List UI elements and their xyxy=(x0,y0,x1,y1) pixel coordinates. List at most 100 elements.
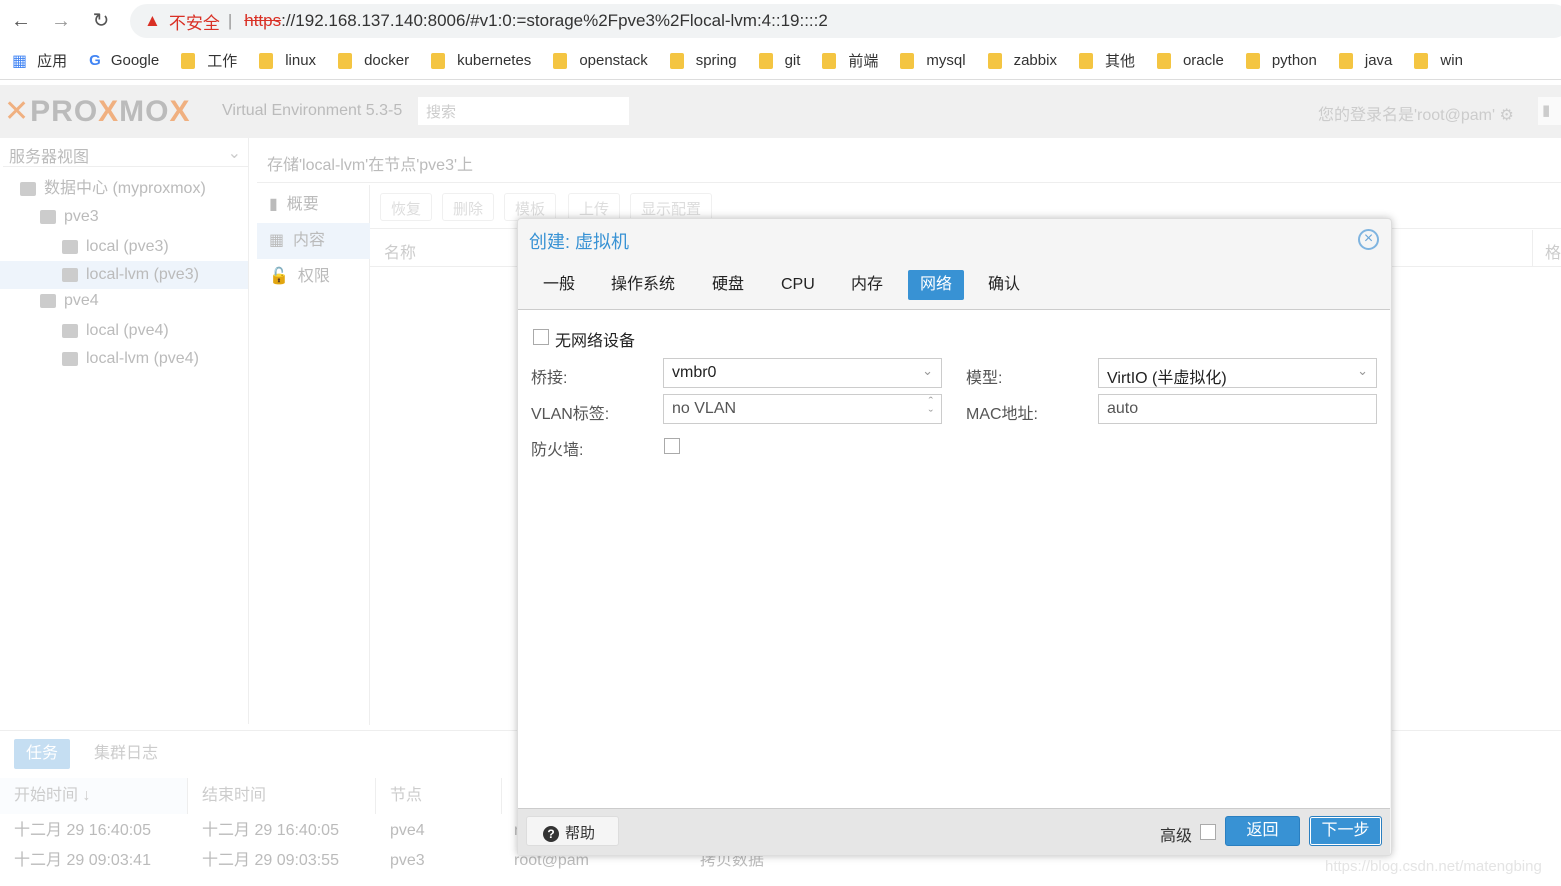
mac-input[interactable]: auto xyxy=(1098,394,1377,424)
nav-label: 内容 xyxy=(293,232,326,249)
dialog-tab[interactable]: 内存 xyxy=(839,270,895,300)
vlan-spinner[interactable]: no VLAN ˆ ˇ xyxy=(663,394,942,424)
folder-icon xyxy=(822,52,837,69)
bookmark-label: zabbix xyxy=(1013,52,1057,69)
view-label: 服务器视图 xyxy=(9,149,90,166)
tree-item[interactable]: pve3 xyxy=(0,203,248,231)
bookmark-folder[interactable]: docker xyxy=(338,52,409,69)
bookmark-folder[interactable]: openstack xyxy=(553,52,648,69)
vlan-value: no VLAN xyxy=(672,400,737,417)
no-network-label: 无网络设备 xyxy=(555,333,636,350)
bookmark-folder[interactable]: git xyxy=(758,52,800,69)
bookmark-folder[interactable]: linux xyxy=(259,52,316,69)
dialog-tab[interactable]: 确认 xyxy=(976,270,1032,300)
model-select[interactable]: VirtIO (半虚拟化) ⌄ xyxy=(1098,358,1377,388)
bookmark-folder[interactable]: 其他 xyxy=(1078,50,1135,71)
back-button[interactable]: 返回 xyxy=(1225,816,1300,846)
view-selector[interactable]: 服务器视图 ⌄ xyxy=(3,140,249,167)
bookmark-folder[interactable]: 前端 xyxy=(822,50,878,71)
bookmark-folder[interactable]: win xyxy=(1414,52,1463,69)
delete-button[interactable]: 删除 xyxy=(442,193,495,221)
gear-icon[interactable]: ⚙ xyxy=(1500,107,1514,124)
bridge-select[interactable]: vmbr0 ⌄ xyxy=(663,358,942,388)
tree-label: 数据中心 (myproxmox) xyxy=(44,180,206,197)
dialog-tab[interactable]: CPU xyxy=(769,270,827,300)
bookmark-label: mysql xyxy=(926,52,966,69)
folder-icon xyxy=(987,52,1002,69)
bookmark-folder[interactable]: python xyxy=(1245,52,1317,69)
storage-nav: ▮ 概要 ▦ 内容 🔓 权限 xyxy=(257,185,370,725)
bookmark-google[interactable]: G Google xyxy=(89,52,159,69)
col-node[interactable]: 节点 xyxy=(376,778,502,814)
upload-button[interactable]: 上传 xyxy=(568,193,621,221)
task-cell: pve3 xyxy=(390,852,425,869)
nav-permissions[interactable]: 🔓 权限 xyxy=(257,259,370,295)
next-button[interactable]: 下一步 xyxy=(1309,816,1382,846)
bookmark-folder[interactable]: spring xyxy=(669,52,737,69)
tree-item[interactable]: local-lvm (pve4) xyxy=(0,345,248,373)
bookmark-folder[interactable]: zabbix xyxy=(987,52,1057,69)
node-icon xyxy=(40,209,56,224)
dialog-tab[interactable]: 硬盘 xyxy=(700,270,756,300)
spinner-icon[interactable]: ˆˇ xyxy=(929,395,933,421)
folder-icon xyxy=(1156,52,1171,69)
bookmark-label: docker xyxy=(364,52,410,69)
help-button[interactable]: ? 帮助 xyxy=(526,816,619,846)
bookmark-folder[interactable]: oracle xyxy=(1156,52,1224,69)
bookmark-label: Google xyxy=(110,52,160,69)
tree-label: local-lvm (pve4) xyxy=(86,350,199,367)
task-cell: 十二月 29 16:40:05 xyxy=(202,822,339,839)
folder-icon xyxy=(338,52,353,69)
tree-label: local-lvm (pve3) xyxy=(86,266,199,283)
bookmark-folder[interactable]: 工作 xyxy=(181,50,237,71)
security-label: 不安全 xyxy=(168,13,220,33)
forward-icon[interactable]: → xyxy=(48,8,74,34)
bookmarks-bar: ▦ 应用 G Google 工作 linux docker kubernetes opens… xyxy=(0,42,1561,80)
bookmark-apps[interactable]: ▦ 应用 xyxy=(12,50,67,71)
tree-item[interactable]: local (pve3) xyxy=(0,233,248,261)
bookmark-label: kubernetes xyxy=(457,52,532,69)
column-header-format[interactable]: 格 xyxy=(1532,230,1561,266)
dialog-tab[interactable]: 操作系统 xyxy=(599,270,687,300)
documentation-button[interactable]: ▮ xyxy=(1538,97,1561,125)
nav-content[interactable]: ▦ 内容 xyxy=(257,223,370,259)
model-label: 模型: xyxy=(966,370,1003,387)
back-icon[interactable]: ← xyxy=(8,8,34,34)
folder-icon xyxy=(1245,52,1260,69)
unlock-icon: 🔓 xyxy=(269,268,289,285)
search-input[interactable]: 搜索 xyxy=(418,97,629,125)
folder-icon xyxy=(669,52,684,69)
chevron-down-icon: ⌄ xyxy=(922,363,933,378)
firewall-checkbox[interactable] xyxy=(664,438,680,454)
tab-cluster-log[interactable]: 集群日志 xyxy=(82,739,170,769)
bookmark-folder[interactable]: kubernetes xyxy=(431,52,531,69)
bookmark-folder[interactable]: mysql xyxy=(900,52,966,69)
tab-tasks[interactable]: 任务 xyxy=(14,739,71,769)
restore-button[interactable]: 恢复 xyxy=(380,193,433,221)
tree-item[interactable]: pve4 xyxy=(0,287,248,315)
bridge-value: vmbr0 xyxy=(672,364,717,381)
col-end-time[interactable]: 结束时间 xyxy=(188,778,376,814)
address-bar[interactable]: ▲ 不安全 | https ://192.168.137.140:8006/#v… xyxy=(130,4,1561,38)
no-network-checkbox[interactable] xyxy=(533,329,549,345)
bookmark-folder[interactable]: java xyxy=(1338,52,1392,69)
col-start-time[interactable]: 开始时间 ↓ xyxy=(0,778,188,814)
template-button[interactable]: 模板 xyxy=(504,193,557,221)
dialog-tab[interactable]: 网络 xyxy=(908,270,965,300)
chevron-down-icon: ⌄ xyxy=(1357,363,1368,378)
show-config-button[interactable]: 显示配置 xyxy=(630,193,713,221)
close-icon[interactable]: × xyxy=(1358,229,1379,250)
dialog-tab[interactable]: 一般 xyxy=(531,270,587,300)
tree-item[interactable]: local-lvm (pve3) xyxy=(0,261,248,289)
tree-item[interactable]: local (pve4) xyxy=(0,317,248,345)
advanced-checkbox[interactable] xyxy=(1200,824,1216,840)
col-label: 名称 xyxy=(384,245,417,262)
watermark: https://blog.csdn.net/matengbing xyxy=(1325,858,1542,875)
tree-item[interactable]: 数据中心 (myproxmox) xyxy=(0,175,248,203)
bookmark-label: openstack xyxy=(579,52,648,69)
task-cell: pve4 xyxy=(390,822,425,839)
reload-icon[interactable]: ↻ xyxy=(88,8,114,34)
nav-summary[interactable]: ▮ 概要 xyxy=(257,187,370,223)
task-cell: 十二月 29 09:03:41 xyxy=(14,852,151,869)
version-label: Virtual Environment 5.3-5 xyxy=(222,102,403,119)
